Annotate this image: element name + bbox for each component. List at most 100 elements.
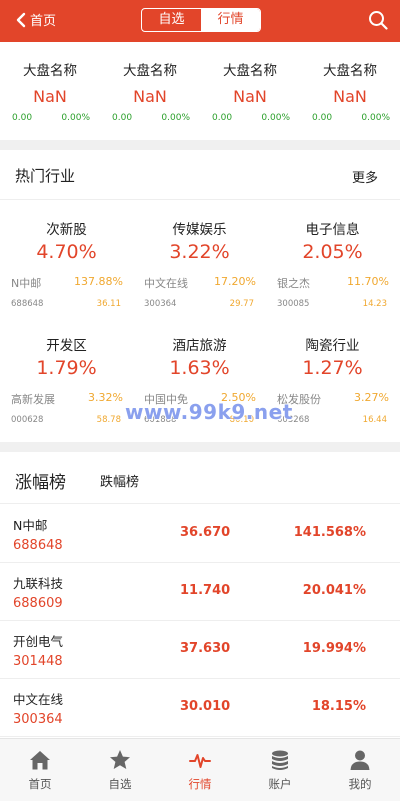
sector-card[interactable]: 次新股 4.70% N中邮 137.88% 688648 36.11	[0, 200, 133, 315]
more-link[interactable]: 更多	[352, 167, 378, 186]
index-value: NaN	[333, 87, 367, 106]
leader-price: 16.44	[362, 415, 387, 425]
sector-percent: 3.22%	[169, 241, 230, 263]
sector-card[interactable]: 开发区 1.79% 高新发展 3.32% 000628 58.78	[0, 316, 133, 431]
tab-market[interactable]: 行情	[160, 739, 240, 801]
leader-name: 中文在线	[144, 277, 188, 290]
index-name: 大盘名称	[223, 63, 277, 79]
stock-percent: 18.15%	[311, 699, 366, 714]
leader-percent: 17.20%	[214, 275, 256, 288]
stock-percent: 141.568%	[293, 525, 366, 540]
watermark: www.99k9.net	[125, 400, 293, 424]
pulse-icon	[189, 754, 211, 768]
sector-name: 酒店旅游	[172, 338, 227, 354]
index-value: NaN	[33, 87, 67, 106]
sector-percent: 1.27%	[302, 357, 363, 379]
leader-price: 36.11	[96, 299, 121, 309]
tab-losers[interactable]: 跌幅榜	[100, 471, 139, 490]
tab-watchlist[interactable]: 自选	[80, 739, 160, 801]
segment-market[interactable]: 行情	[201, 9, 260, 31]
index-name: 大盘名称	[123, 63, 177, 79]
stock-percent: 19.994%	[302, 641, 366, 656]
stock-price: 11.740	[180, 583, 231, 598]
stock-code: 300364	[13, 712, 63, 727]
leader-code: 688648	[11, 299, 44, 309]
top-bar: 首页 自选 行情	[0, 0, 400, 42]
sector-percent: 1.63%	[169, 357, 230, 379]
sector-name: 次新股	[46, 222, 87, 238]
index-change: 0.00	[12, 113, 33, 123]
sector-name: 开发区	[46, 338, 87, 354]
stock-name: 九联科技	[13, 576, 64, 591]
sector-name: 传媒娱乐	[172, 222, 227, 238]
stock-price: 30.010	[180, 699, 231, 714]
stock-price: 36.670	[180, 525, 231, 540]
index-card[interactable]: 大盘名称 NaN 0.00 0.00%	[100, 42, 200, 140]
tab-home[interactable]: 首页	[0, 739, 80, 801]
tab-label: 首页	[28, 777, 52, 791]
leader-percent: 137.88%	[74, 275, 123, 288]
index-percent: 0.00%	[161, 113, 190, 123]
section-divider	[0, 140, 400, 150]
sector-card[interactable]: 电子信息 2.05% 银之杰 11.70% 300085 14.23	[266, 200, 399, 315]
stock-code: 688609	[13, 596, 63, 611]
leader-percent: 3.32%	[88, 391, 123, 404]
back-label: 首页	[30, 14, 57, 29]
index-percent: 0.00%	[261, 113, 290, 123]
sector-card[interactable]: 传媒娱乐 3.22% 中文在线 17.20% 300364 29.77	[133, 200, 266, 315]
sector-percent: 1.79%	[36, 357, 97, 379]
index-name: 大盘名称	[323, 63, 377, 79]
index-card[interactable]: 大盘名称 NaN 0.00 0.00%	[300, 42, 400, 140]
coins-icon	[272, 750, 288, 770]
leader-price: 14.23	[362, 299, 387, 309]
index-card[interactable]: 大盘名称 NaN 0.00 0.00%	[200, 42, 300, 140]
leader-price: 58.78	[96, 415, 121, 425]
sector-name: 电子信息	[305, 222, 360, 238]
index-summary: 大盘名称 NaN 0.00 0.00% 大盘名称 NaN 0.00 0.00% …	[0, 42, 400, 140]
segment-watchlist[interactable]: 自选	[142, 9, 201, 31]
stock-code: 301448	[13, 654, 63, 669]
star-icon	[110, 750, 130, 769]
table-row[interactable]: 中文在线 300364 30.010 18.15%	[0, 679, 400, 737]
search-icon[interactable]	[368, 10, 388, 30]
leader-code: 000628	[11, 415, 44, 425]
sector-percent: 4.70%	[36, 241, 97, 263]
home-icon	[30, 751, 50, 770]
segment-control: 自选 行情	[141, 8, 261, 32]
index-value: NaN	[233, 87, 267, 106]
tab-gainers[interactable]: 涨幅榜	[15, 468, 66, 493]
tab-label: 自选	[108, 777, 132, 791]
index-percent: 0.00%	[361, 113, 390, 123]
stock-name: 开创电气	[13, 634, 64, 649]
leader-price: 29.77	[229, 299, 254, 309]
section-divider	[0, 442, 400, 452]
leader-name: 银之杰	[277, 277, 310, 290]
chevron-left-icon	[16, 12, 26, 27]
ranking-tabs: 涨幅榜 跌幅榜	[0, 452, 400, 504]
table-row[interactable]: 开创电气 301448 37.630 19.994%	[0, 621, 400, 679]
stock-name: N中邮	[13, 518, 48, 533]
index-card[interactable]: 大盘名称 NaN 0.00 0.00%	[0, 42, 100, 140]
leader-code: 300364	[144, 299, 177, 309]
back-button[interactable]: 首页	[14, 10, 56, 29]
tab-label: 账户	[268, 777, 292, 791]
index-change: 0.00	[212, 113, 233, 123]
index-change: 0.00	[112, 113, 133, 123]
tab-account[interactable]: 账户	[240, 739, 320, 801]
stock-name: 中文在线	[13, 692, 64, 707]
index-change: 0.00	[312, 113, 333, 123]
table-row[interactable]: 九联科技 688609 11.740 20.041%	[0, 563, 400, 621]
leader-code: 300085	[277, 299, 310, 309]
leader-name: 高新发展	[11, 393, 55, 406]
tab-label: 行情	[188, 777, 212, 791]
user-icon	[350, 750, 370, 770]
hot-sectors-title: 热门行业	[15, 167, 76, 185]
hot-sectors-header: 热门行业 更多	[0, 150, 400, 200]
index-value: NaN	[133, 87, 167, 106]
index-percent: 0.00%	[61, 113, 90, 123]
table-row[interactable]: N中邮 688648 36.670 141.568%	[0, 505, 400, 563]
tab-profile[interactable]: 我的	[320, 739, 400, 801]
tab-label: 我的	[348, 777, 372, 791]
sector-percent: 2.05%	[302, 241, 363, 263]
sector-name: 陶瓷行业	[305, 338, 360, 354]
